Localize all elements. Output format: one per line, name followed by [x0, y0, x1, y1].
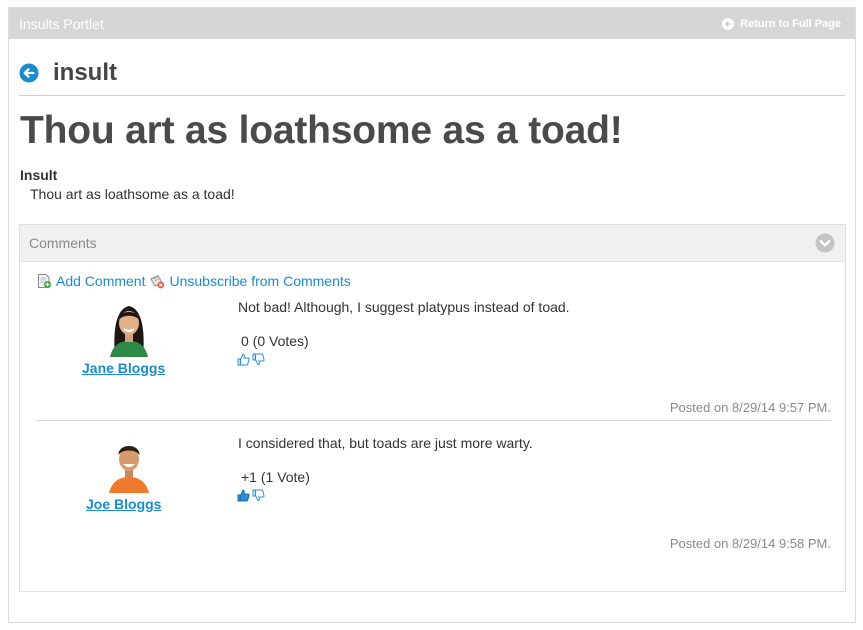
entry-title: Thou art as loathsome as a toad!: [20, 109, 623, 152]
return-to-full-page-link[interactable]: Return to Full Page: [722, 17, 841, 30]
add-comment-label: Add Comment: [56, 273, 146, 289]
posted-timestamp: Posted on 8/29/14 9:58 PM.: [669, 536, 831, 551]
chevron-down-circle-icon[interactable]: [815, 233, 835, 253]
thumbs-down-icon[interactable]: [252, 353, 265, 366]
header-back-row: insult: [19, 59, 117, 87]
comments-panel-header[interactable]: Comments: [20, 225, 845, 262]
jane-bloggs-avatar-image: [103, 299, 155, 357]
add-comment-icon: [38, 274, 51, 288]
return-link-label: Return to Full Page: [740, 17, 841, 30]
comment-body: Not bad! Although, I suggest platypus in…: [238, 299, 570, 315]
portlet-title: Insults Portlet: [19, 15, 104, 32]
back-arrow-icon[interactable]: [19, 63, 39, 83]
portlet-header: Insults Portlet Return to Full Page: [9, 8, 855, 39]
arrow-left-circle-icon: [722, 17, 735, 30]
comments-panel: Comments Add Comment Unsubscribe from Co…: [19, 224, 846, 592]
comment-actions: Add Comment Unsubscribe from Comments: [36, 273, 355, 289]
comment-item: Joe Bloggs I considered that, but toads …: [36, 433, 831, 557]
vote-score: +1 (1 Vote): [241, 469, 310, 485]
user-name-link[interactable]: Joe Bloggs: [86, 496, 161, 512]
avatar[interactable]: [103, 299, 155, 357]
field-label-insult: Insult: [20, 167, 58, 183]
field-value-insult: Thou art as loathsome as a toad!: [30, 186, 235, 202]
insults-portlet: Insults Portlet Return to Full Page insu…: [8, 7, 856, 623]
back-title: insult: [53, 59, 117, 86]
thumbs-up-icon[interactable]: [237, 353, 250, 366]
unsubscribe-icon: [150, 274, 165, 289]
unsubscribe-link[interactable]: Unsubscribe from Comments: [149, 273, 351, 289]
user-name-link[interactable]: Jane Bloggs: [82, 360, 165, 376]
vote-score: 0 (0 Votes): [241, 333, 309, 349]
posted-timestamp: Posted on 8/29/14 9:57 PM.: [669, 400, 831, 415]
vote-buttons: [237, 489, 265, 502]
comment-item: Jane Bloggs Not bad! Although, I suggest…: [36, 297, 831, 421]
thumbs-up-icon[interactable]: [237, 489, 250, 502]
joe-bloggs-avatar-image: [103, 435, 155, 493]
thumbs-down-icon[interactable]: [252, 489, 265, 502]
vote-buttons: [237, 353, 265, 366]
comment-body: I considered that, but toads are just mo…: [238, 435, 533, 451]
unsubscribe-label: Unsubscribe from Comments: [169, 273, 351, 289]
header-divider: [19, 95, 845, 96]
comments-title: Comments: [29, 235, 97, 251]
avatar[interactable]: [103, 435, 155, 493]
add-comment-link[interactable]: Add Comment: [36, 273, 145, 289]
